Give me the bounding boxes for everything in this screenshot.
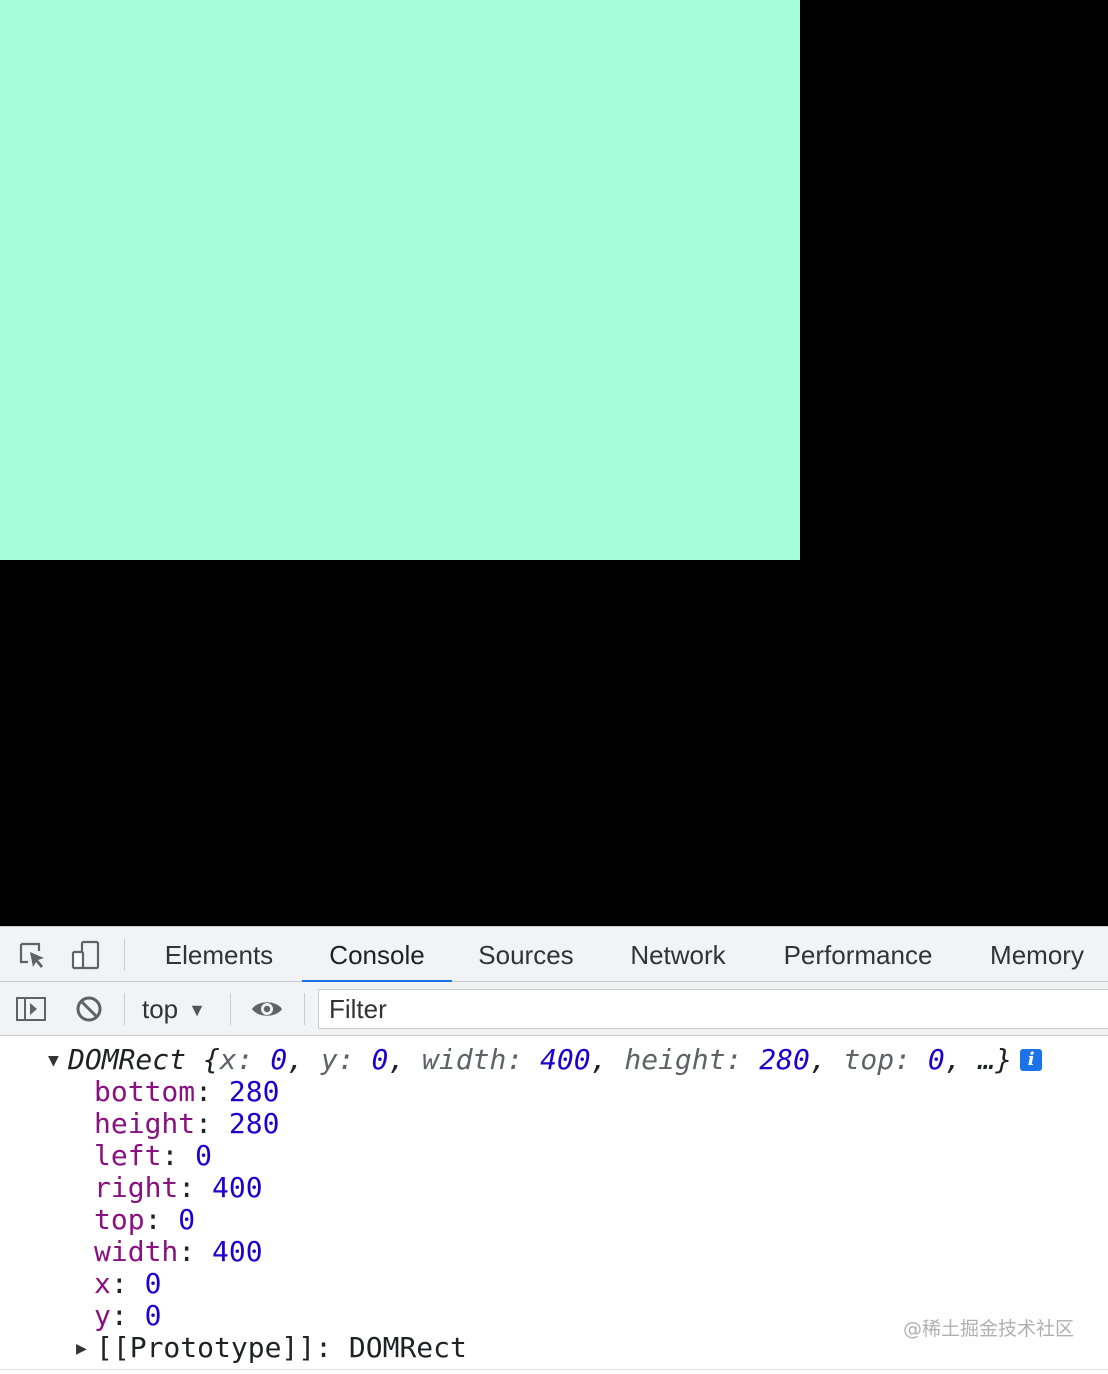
page-viewport — [0, 0, 1108, 926]
property-value: 0 — [144, 1299, 162, 1332]
prototype-row[interactable]: ▶ [[Prototype]]: DOMRect — [76, 1332, 467, 1364]
console-output: ▼ DOMRect {x: 0, y: 0, width: 400, height… — [0, 1036, 1108, 1374]
preview-key: height — [624, 1043, 726, 1076]
property-row: left: 0 — [94, 1139, 213, 1172]
preview-key: y — [320, 1043, 338, 1076]
toolbar-divider — [124, 993, 125, 1025]
tab-sources[interactable]: Sources — [462, 927, 590, 982]
property-row: right: 400 — [94, 1171, 263, 1204]
context-selector[interactable]: top ▼ — [142, 982, 206, 1036]
toolbar-divider — [124, 939, 125, 971]
property-row: y: 0 — [94, 1299, 162, 1332]
property-value: 0 — [144, 1267, 162, 1300]
devtools-tab-bar: Elements Console Sources Network Perform… — [0, 926, 1108, 983]
preview-value: 400 — [540, 1043, 591, 1076]
inspect-element-icon[interactable] — [16, 939, 48, 971]
devtools-panel: Elements Console Sources Network Perform… — [0, 926, 1108, 1374]
preview-key: width — [422, 1043, 507, 1076]
property-row: width: 400 — [94, 1235, 263, 1268]
property-key: right — [94, 1171, 179, 1204]
prototype-key: [[Prototype]] — [96, 1331, 316, 1364]
tab-network[interactable]: Network — [612, 927, 744, 982]
property-value: 400 — [212, 1171, 263, 1204]
sidebar-toggle-icon[interactable] — [14, 992, 48, 1026]
property-key: left — [94, 1139, 162, 1172]
property-value: 280 — [228, 1075, 280, 1108]
object-summary[interactable]: ▼ DOMRect {x: 0, y: 0, width: 400, height… — [48, 1043, 1043, 1077]
preview-value: 0 — [371, 1043, 389, 1076]
tab-performance[interactable]: Performance — [764, 927, 952, 982]
property-key: height — [94, 1107, 196, 1140]
info-icon[interactable]: i — [1020, 1049, 1043, 1071]
property-key: bottom — [94, 1075, 196, 1108]
property-row: x: 0 — [94, 1267, 162, 1300]
preview-key: x — [219, 1043, 237, 1076]
live-expression-eye-icon[interactable] — [250, 992, 284, 1026]
preview-ellipsis: … — [978, 1043, 996, 1076]
watermark: @稀土掘金技术社区 — [902, 1318, 1074, 1340]
property-row: bottom: 280 — [94, 1075, 280, 1108]
property-key: top — [94, 1203, 145, 1236]
toolbar-divider — [304, 993, 305, 1025]
property-key: y — [94, 1299, 111, 1332]
property-value: 0 — [195, 1139, 213, 1172]
preview-value: 0 — [927, 1043, 945, 1076]
clear-console-icon[interactable] — [72, 992, 106, 1026]
tab-memory[interactable]: Memory — [974, 927, 1100, 982]
property-key: width — [94, 1235, 179, 1268]
toolbar-divider — [230, 993, 231, 1025]
tab-elements[interactable]: Elements — [150, 927, 288, 982]
filter-input[interactable] — [318, 989, 1108, 1029]
property-value: 280 — [228, 1107, 280, 1140]
property-row: top: 0 — [94, 1203, 196, 1236]
prototype-value: DOMRect — [348, 1331, 467, 1364]
divider — [0, 1369, 1108, 1370]
console-toolbar: top ▼ — [0, 982, 1108, 1036]
property-row: height: 280 — [94, 1107, 280, 1140]
property-value: 0 — [178, 1203, 196, 1236]
device-toolbar-icon[interactable] — [70, 939, 102, 971]
property-key: x — [94, 1267, 111, 1300]
preview-key: top — [843, 1043, 895, 1076]
property-value: 400 — [212, 1235, 263, 1268]
preview-value: 0 — [270, 1043, 288, 1076]
expanded-triangle-icon[interactable]: ▼ — [48, 1045, 68, 1077]
collapsed-triangle-icon[interactable]: ▶ — [76, 1333, 96, 1365]
object-type: DOMRect — [68, 1043, 187, 1076]
measured-box — [0, 0, 800, 560]
chevron-down-icon: ▼ — [188, 1000, 206, 1020]
tab-console[interactable]: Console — [302, 927, 452, 983]
preview-value: 280 — [759, 1043, 810, 1076]
context-label: top — [142, 994, 179, 1024]
